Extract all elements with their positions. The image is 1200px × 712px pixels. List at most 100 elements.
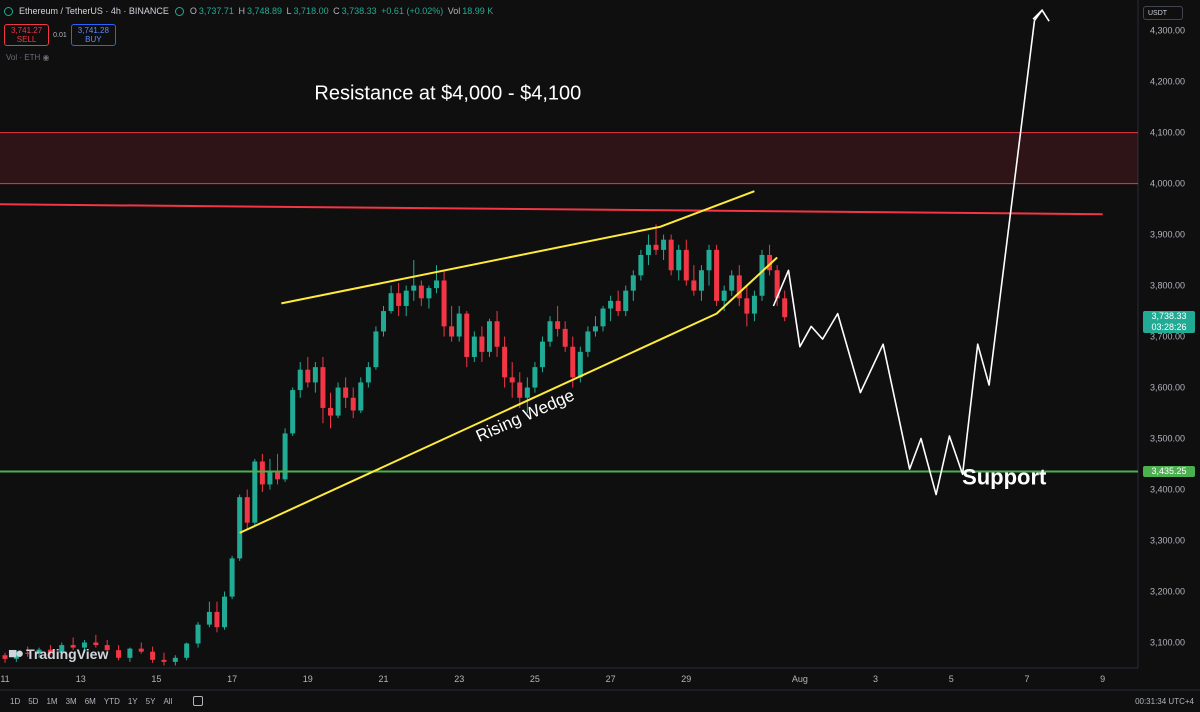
close-value: 3,738.33 [341, 6, 377, 16]
price-tick-label: 4,100.00 [1150, 128, 1185, 138]
candle-body [411, 285, 417, 291]
candle-body [127, 648, 133, 658]
vol-label: Vol [447, 6, 461, 16]
close-label: C [333, 6, 340, 16]
low-label: L [286, 6, 292, 16]
symbol-title[interactable]: Ethereum / TetherUS · 4h · BINANCE [19, 6, 169, 16]
candle-body [721, 290, 727, 301]
candle-body [486, 321, 492, 352]
candle-body [320, 367, 326, 408]
candle-body [441, 280, 447, 327]
brand-name: TradingView [26, 645, 109, 662]
time-tick-label: 25 [530, 674, 540, 684]
price-tick-label: 3,100.00 [1150, 638, 1185, 648]
open-label: O [189, 6, 197, 16]
chart-background [0, 0, 1200, 712]
period-button-6m[interactable]: 6M [85, 697, 96, 706]
candle-body [172, 657, 178, 662]
candle-body [116, 650, 122, 658]
candle-body [244, 497, 250, 523]
candle-body [751, 295, 757, 314]
price-chart[interactable]: 3,100.00 3,200.00 3,300.00 3,400.00 3,500.00… [0, 0, 1200, 712]
candle-body [456, 313, 462, 337]
period-button-ytd[interactable]: YTD [104, 697, 120, 706]
price-tick-label: 4,300.00 [1150, 26, 1185, 36]
candle-body [267, 471, 273, 485]
period-button-1d[interactable]: 1D [10, 697, 20, 706]
clock[interactable]: 00:31:34 UTC+4 [1135, 697, 1194, 706]
buy-button[interactable]: 3,741.28 BUY [70, 24, 116, 46]
candle-body [464, 313, 470, 357]
time-tick-label: 5 [949, 674, 954, 684]
price-tick-label: 3,900.00 [1150, 230, 1185, 240]
candle-body [714, 249, 720, 301]
period-button-3m[interactable]: 3M [66, 697, 77, 706]
price-tick-label: 3,600.00 [1150, 383, 1185, 393]
time-tick-label: 21 [378, 674, 388, 684]
ohlc-values: O 3,737.71 H 3,748.89 L 3,718.00 C 3,738.33 … [190, 6, 495, 16]
candle-body [312, 367, 318, 383]
candle-body [403, 290, 409, 306]
period-button-5d[interactable]: 5D [28, 697, 38, 706]
time-tick-label: 13 [76, 674, 86, 684]
price-tick-label: 3,200.00 [1150, 587, 1185, 597]
sell-button[interactable]: 3,741.27 SELL [4, 24, 50, 46]
candle-body [608, 300, 614, 309]
candle-body [638, 254, 644, 276]
candle-body [509, 377, 515, 383]
candle-body [782, 298, 788, 318]
sell-price: 3,741.27 [11, 26, 43, 35]
eye-icon[interactable]: ◉ [42, 53, 49, 62]
candle-body [676, 249, 682, 271]
candle-body [623, 290, 629, 312]
low-value: 3,718.00 [293, 6, 329, 16]
symbol-header: Ethereum / TetherUS · 4h · BINANCE O 3,73… [4, 6, 495, 16]
price-tick-label: 3,500.00 [1150, 434, 1185, 444]
resistance-annotation: Resistance at $4,000 - $4,100 [314, 82, 581, 104]
period-button-all[interactable]: All [163, 697, 172, 706]
candle-body [532, 367, 538, 388]
candle-body [517, 382, 523, 398]
period-button-1m[interactable]: 1M [46, 697, 57, 706]
candle-body [184, 643, 190, 658]
candle-body [562, 328, 568, 347]
candle-body [138, 648, 144, 652]
spread-value: 0.01 [53, 31, 67, 39]
currency-selector[interactable]: USDT [1143, 6, 1183, 20]
candle-body [479, 336, 485, 352]
time-tick-label: 29 [681, 674, 691, 684]
candle-body [691, 280, 697, 291]
last-price-tag: 3,738.33 03:28:26 [1143, 311, 1195, 333]
ethereum-icon [4, 6, 13, 16]
candle-body [759, 254, 765, 296]
time-tick-label: 9 [1100, 674, 1105, 684]
candle-body [396, 293, 402, 306]
last-price-label: 3,738.33 [1151, 311, 1187, 321]
candle-body [418, 285, 424, 299]
time-tick-label: Aug [792, 674, 808, 684]
open-value: 3,737.71 [198, 6, 234, 16]
price-tick-label: 4,200.00 [1150, 77, 1185, 87]
time-tick-label: 17 [227, 674, 237, 684]
candle-body [539, 341, 545, 368]
support-price-label: 3,435.25 [1151, 465, 1187, 476]
candle-body [426, 288, 432, 299]
support-price-tag: 3,435.25 [1143, 465, 1195, 477]
market-status-icon [174, 6, 184, 16]
candle-body [373, 331, 379, 368]
candle-body [229, 558, 235, 597]
volume-indicator-label[interactable]: Vol · ETH ◉ [6, 53, 49, 62]
calendar-icon[interactable] [193, 696, 203, 706]
candle-body [600, 308, 606, 327]
price-tick-label: 3,400.00 [1150, 485, 1185, 495]
candle-body [206, 611, 212, 625]
period-button-1y[interactable]: 1Y [128, 697, 138, 706]
candle-body [645, 244, 651, 255]
candle-body [547, 321, 553, 342]
candle-body [433, 280, 439, 289]
candle-body [365, 367, 371, 383]
period-button-5y[interactable]: 5Y [146, 697, 156, 706]
candle-body [592, 326, 598, 332]
candle-body [343, 387, 349, 398]
support-annotation: Support [962, 464, 1047, 489]
